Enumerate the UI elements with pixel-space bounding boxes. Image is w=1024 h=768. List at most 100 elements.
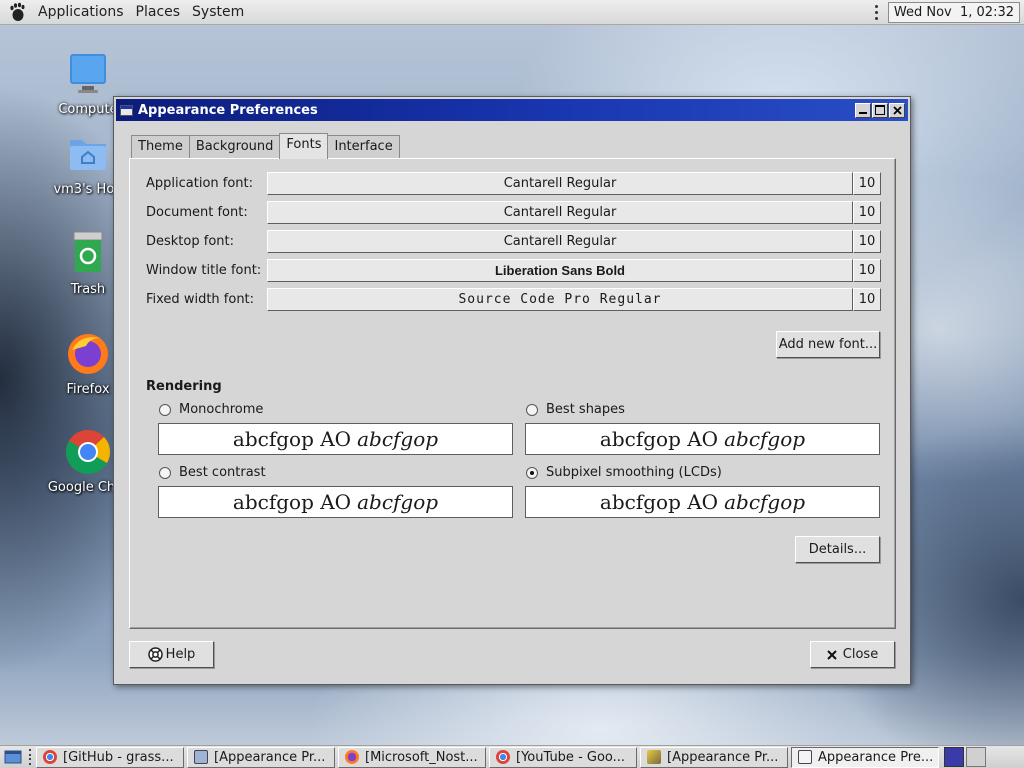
font-row-fixed-width: Fixed width font: Source Code Pro Regula… xyxy=(146,287,881,311)
sample-regular-text: abcfgop AO xyxy=(232,490,352,514)
workspace-2[interactable] xyxy=(966,747,986,767)
panel-handle-icon[interactable] xyxy=(870,3,884,21)
tab-interface[interactable]: Interface xyxy=(327,135,400,159)
bottom-taskbar: [GitHub - grass... [Appearance Pr... [Mi… xyxy=(0,745,1024,768)
chrome-icon xyxy=(43,750,57,764)
top-panel: Applications Places System Wed Nov 1, 02… xyxy=(0,0,1024,25)
application-font-button[interactable]: Cantarell Regular xyxy=(267,171,853,195)
chrome-icon xyxy=(496,750,510,764)
fixed-width-font-button[interactable]: Source Code Pro Regular xyxy=(267,287,853,311)
menu-system[interactable]: System xyxy=(186,4,250,20)
radio-best-contrast[interactable]: Best contrast xyxy=(159,465,266,480)
application-font-size[interactable]: 10 xyxy=(853,171,881,195)
tab-background[interactable]: Background xyxy=(188,135,281,159)
desktop-font-button[interactable]: Cantarell Regular xyxy=(267,229,853,253)
task-appearance-2[interactable]: [Appearance Pr... xyxy=(640,746,788,768)
document-font-button[interactable]: Cantarell Regular xyxy=(267,200,853,224)
font-row-application: Application font: Cantarell Regular 10 xyxy=(146,171,881,195)
sample-regular-text: abcfgop AO xyxy=(599,490,719,514)
tab-theme[interactable]: Theme xyxy=(131,135,190,159)
close-icon xyxy=(892,105,902,115)
task-appearance-active[interactable]: Appearance Pre... xyxy=(791,746,939,768)
window-icon xyxy=(194,750,208,764)
close-window-button[interactable] xyxy=(889,102,905,118)
document-font-size[interactable]: 10 xyxy=(853,200,881,224)
sample-best-shapes[interactable]: abcfgop AO abcfgop xyxy=(525,423,880,455)
radio-button[interactable] xyxy=(526,403,538,416)
window-title: Appearance Preferences xyxy=(138,102,318,118)
taskbar-handle-icon[interactable] xyxy=(27,748,33,766)
workspace-1[interactable] xyxy=(944,747,964,767)
minimize-icon xyxy=(859,112,867,114)
sample-best-contrast[interactable]: abcfgop AO abcfgop xyxy=(158,486,513,518)
radio-button[interactable] xyxy=(159,403,171,416)
tab-fonts[interactable]: Fonts xyxy=(279,133,329,159)
task-youtube[interactable]: [YouTube - Goo... xyxy=(489,746,637,768)
sample-regular-text: abcfgop AO xyxy=(232,427,352,451)
radio-best-shapes[interactable]: Best shapes xyxy=(526,402,625,417)
task-label: [Microsoft_Nost... xyxy=(365,749,478,765)
help-icon xyxy=(147,647,163,662)
desktop-font-size[interactable]: 10 xyxy=(853,229,881,253)
task-label: [YouTube - Goo... xyxy=(516,749,626,765)
firefox-icon xyxy=(345,750,359,764)
add-new-font-button[interactable]: Add new font... xyxy=(776,331,880,358)
show-desktop-icon xyxy=(4,750,22,764)
appearance-preferences-window: Appearance Preferences Theme Background … xyxy=(113,96,911,685)
firefox-icon xyxy=(64,330,112,378)
font-row-desktop: Desktop font: Cantarell Regular 10 xyxy=(146,229,881,253)
sample-italic-text: abcfgop xyxy=(357,427,439,451)
close-x-icon xyxy=(827,649,837,660)
window-title-font-size[interactable]: 10 xyxy=(853,258,881,282)
fixed-width-font-size[interactable]: 10 xyxy=(853,287,881,311)
window-title-font-button[interactable]: Liberation Sans Bold xyxy=(267,258,853,282)
window-icon xyxy=(798,750,812,764)
font-label: Fixed width font: xyxy=(146,291,255,307)
radio-label: Best shapes xyxy=(546,402,625,417)
sample-italic-text: abcfgop xyxy=(357,490,439,514)
font-label: Document font: xyxy=(146,204,248,220)
font-label: Desktop font: xyxy=(146,233,234,249)
help-button[interactable]: Help xyxy=(129,641,214,668)
gnome-foot-icon[interactable] xyxy=(7,2,27,22)
home-folder-icon xyxy=(64,130,112,178)
trash-icon xyxy=(64,230,112,278)
help-label: Help xyxy=(165,647,196,662)
radio-button[interactable] xyxy=(159,466,171,479)
details-button[interactable]: Details... xyxy=(795,536,880,563)
radio-label: Best contrast xyxy=(179,465,266,480)
clock[interactable]: Wed Nov 1, 02:32 xyxy=(887,1,1020,23)
task-github[interactable]: [GitHub - grass... xyxy=(36,746,184,768)
font-row-document: Document font: Cantarell Regular 10 xyxy=(146,200,881,224)
fonts-tab-panel: Application font: Cantarell Regular 10 D… xyxy=(129,158,896,629)
close-label: Close xyxy=(842,647,879,662)
rendering-heading: Rendering xyxy=(146,379,222,394)
maximize-button[interactable] xyxy=(872,102,888,118)
minimize-button[interactable] xyxy=(855,102,871,118)
window-icon[interactable] xyxy=(120,104,133,116)
sample-italic-text: abcfgop xyxy=(724,427,806,451)
radio-button[interactable] xyxy=(526,466,538,479)
radio-subpixel-smoothing[interactable]: Subpixel smoothing (LCDs) xyxy=(526,465,722,480)
close-button[interactable]: Close xyxy=(810,641,895,668)
font-label: Application font: xyxy=(146,175,254,191)
window-titlebar[interactable]: Appearance Preferences xyxy=(116,99,908,121)
task-label: [Appearance Pr... xyxy=(667,749,779,765)
menu-applications[interactable]: Applications xyxy=(32,4,130,20)
task-label: [Appearance Pr... xyxy=(214,749,326,765)
task-microsoft[interactable]: [Microsoft_Nost... xyxy=(338,746,486,768)
computer-icon xyxy=(64,50,112,98)
task-label: Appearance Pre... xyxy=(818,749,934,765)
font-label: Window title font: xyxy=(146,262,262,278)
menu-places[interactable]: Places xyxy=(130,4,187,20)
font-row-window-title: Window title font: Liberation Sans Bold … xyxy=(146,258,881,282)
sample-subpixel-smoothing[interactable]: abcfgop AO abcfgop xyxy=(525,486,880,518)
task-appearance-1[interactable]: [Appearance Pr... xyxy=(187,746,335,768)
chrome-icon xyxy=(64,428,112,476)
sample-monochrome[interactable]: abcfgop AO abcfgop xyxy=(158,423,513,455)
radio-monochrome[interactable]: Monochrome xyxy=(159,402,263,417)
tab-bar: Theme Background Fonts Interface xyxy=(131,133,400,159)
show-desktop-button[interactable] xyxy=(2,747,24,767)
sample-italic-text: abcfgop xyxy=(724,490,806,514)
sample-regular-text: abcfgop AO xyxy=(599,427,719,451)
